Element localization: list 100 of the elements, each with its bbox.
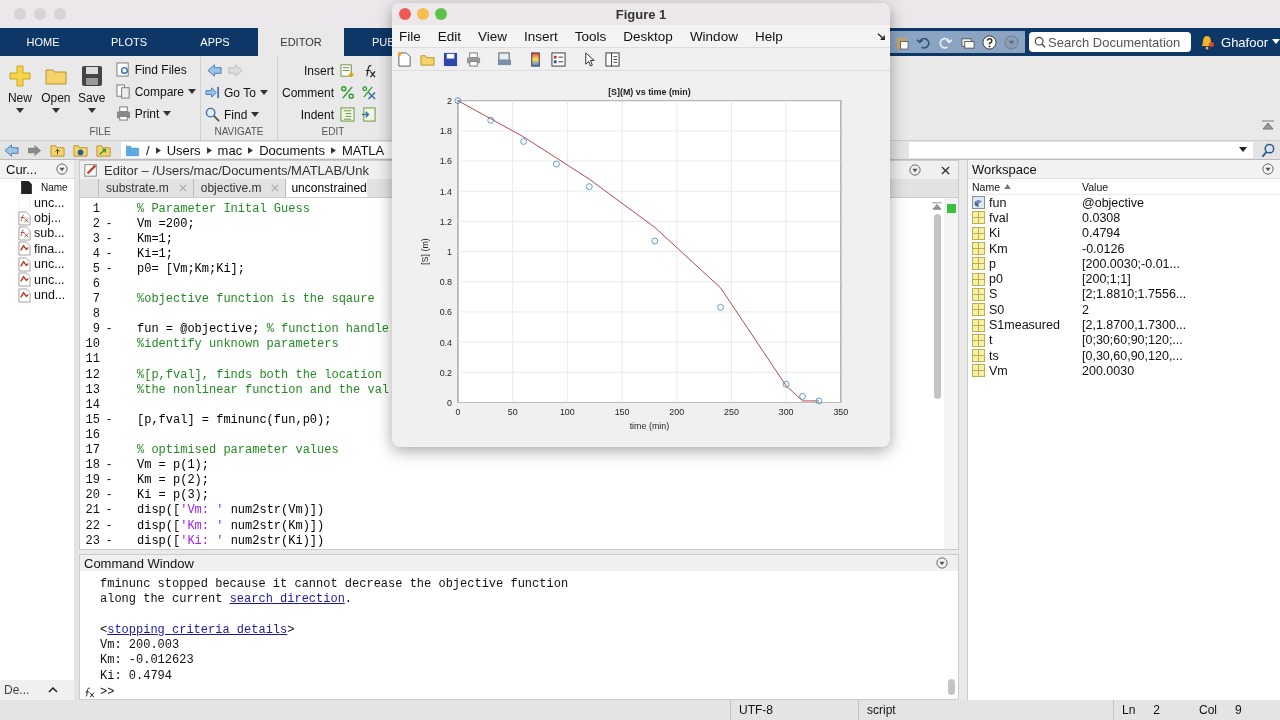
open-button[interactable]: Open [39, 60, 72, 126]
line-number: 20 [84, 488, 100, 503]
code-line: %the nonlinear function and the val [136, 382, 390, 397]
line-number: 7 [91, 292, 100, 307]
variable-name[interactable]: t [989, 333, 993, 348]
variable-name[interactable]: p [989, 256, 996, 271]
column-header[interactable]: Value [1082, 180, 1109, 193]
variable-name[interactable]: ts [989, 348, 999, 363]
compare-button[interactable]: Compare [115, 82, 196, 101]
find-button[interactable]: Find [205, 105, 273, 124]
indent-button[interactable]: Indent [282, 107, 334, 122]
path-segment[interactable]: / [146, 142, 150, 158]
tick-label: 2 [447, 96, 453, 107]
menu-item[interactable]: Help [751, 28, 790, 44]
status-label: Col [1199, 703, 1217, 717]
file-name[interactable]: sub... [34, 226, 65, 241]
column-header[interactable]: Name [41, 181, 68, 193]
file-name[interactable]: fina... [34, 241, 65, 256]
tick-label: 0.8 [439, 277, 453, 288]
variable-name[interactable]: Vm [989, 363, 1008, 378]
code-line: disp(['Vm: ' num2str(Vm)]) [136, 503, 325, 518]
variable-name[interactable]: p0 [989, 272, 1003, 287]
user-menu[interactable]: Ghafoor [1221, 34, 1280, 50]
breakpoint-dash[interactable]: - [105, 412, 113, 427]
line-number: 5 [91, 261, 100, 276]
tick-label: 0 [455, 407, 461, 418]
output-line: Ki: 0.4794 [100, 668, 173, 685]
file-name[interactable]: obj... [34, 211, 62, 226]
variable-name[interactable]: Ki [989, 226, 1001, 241]
toolstrip-tab[interactable]: PLOTS [86, 28, 172, 56]
go-to-button[interactable]: Go To [205, 83, 273, 102]
breakpoint-dash[interactable]: - [105, 518, 113, 533]
file-tab[interactable]: unconstrained [285, 179, 367, 197]
group-label: NAVIGATE [213, 126, 265, 139]
menu-item[interactable]: Desktop [620, 28, 680, 44]
file-name[interactable]: unc... [34, 257, 65, 272]
print-button[interactable]: Print [115, 104, 196, 123]
file-type-status: script [858, 700, 1113, 720]
tick-label: 1.6 [439, 156, 453, 167]
save-button[interactable]: Save [75, 60, 108, 126]
breakpoint-dash[interactable]: - [105, 473, 113, 488]
variable-name[interactable]: fval [989, 210, 1009, 225]
path-segment[interactable]: Users [166, 142, 201, 158]
code-line: Vm = p(1); [136, 458, 209, 473]
new-button[interactable]: New [4, 60, 36, 126]
search-field[interactable]: Search Documentation [1029, 32, 1191, 52]
chart-title: [S](M) vs time (min) [608, 86, 691, 97]
breakpoint-dash[interactable]: - [105, 216, 113, 231]
variable-value: @objective [1082, 195, 1145, 210]
axis-label: time (min) [629, 421, 670, 432]
find-files-button[interactable]: Find Files [115, 60, 196, 79]
insert-button[interactable]: Insert [282, 63, 334, 78]
tick-label: 200 [669, 407, 685, 418]
variable-value: -0.0126 [1082, 241, 1125, 256]
menu-item[interactable]: File [396, 28, 428, 44]
path-segment[interactable]: Documents [259, 142, 325, 158]
comment-button[interactable]: Comment [282, 85, 334, 100]
tick-label: 1 [447, 247, 453, 257]
file-tab[interactable]: substrate.m [98, 179, 193, 197]
path-segment[interactable]: mac [217, 142, 243, 158]
menu-item[interactable]: Tools [571, 28, 614, 44]
menu-item[interactable]: Window [686, 28, 745, 44]
breakpoint-dash[interactable]: - [105, 246, 113, 261]
breakpoint-dash[interactable]: - [105, 231, 113, 246]
code-line: Ki = p(3); [136, 488, 209, 503]
column-header[interactable]: Name [972, 180, 1000, 193]
breakpoint-dash[interactable]: - [105, 533, 113, 548]
menu-item[interactable]: View [475, 28, 515, 44]
command-prompt[interactable]: >> [100, 684, 115, 699]
file-name[interactable]: unc... [34, 272, 65, 287]
variable-name[interactable]: Km [989, 241, 1008, 256]
help-link[interactable]: search direction [229, 592, 345, 607]
tick-label: 1.8 [439, 126, 453, 137]
path-segment[interactable]: MATLA [341, 142, 385, 158]
toolstrip-tab[interactable]: EDITOR [258, 28, 344, 56]
line-number: 22 [84, 518, 100, 533]
breakpoint-dash[interactable]: - [105, 322, 113, 337]
variable-name[interactable]: S1measured [989, 318, 1060, 332]
toolstrip-tab[interactable]: APPS [172, 28, 258, 56]
panel-title: Workspace [972, 161, 1037, 177]
menu-item[interactable]: Insert [521, 28, 565, 44]
file-name[interactable]: und... [34, 288, 66, 303]
tick-label: 0.6 [439, 307, 453, 318]
help-link[interactable]: stopping criteria details [107, 622, 288, 637]
toolstrip-tab[interactable]: HOME [0, 28, 86, 56]
variable-value: [0;30;60;90;120;... [1082, 333, 1183, 348]
output-line: fminunc stopped because it cannot decrease the objective function [100, 577, 570, 593]
file-name[interactable]: unc... [34, 195, 65, 210]
line-number: 16 [84, 427, 100, 442]
output-line: along the current search direction. [100, 592, 354, 608]
variable-name[interactable]: fun [989, 195, 1007, 210]
menu-item[interactable]: Edit [434, 28, 469, 44]
breakpoint-dash[interactable]: - [105, 503, 113, 518]
breakpoint-dash[interactable]: - [105, 261, 113, 276]
variable-name[interactable]: S [989, 287, 998, 302]
line-number: 23 [84, 533, 100, 548]
path-field[interactable]: / Users mac Documents MATLA [121, 142, 393, 158]
breakpoint-dash[interactable]: - [105, 458, 113, 473]
variable-name[interactable]: S0 [989, 302, 1005, 317]
breakpoint-dash[interactable]: - [105, 488, 113, 503]
